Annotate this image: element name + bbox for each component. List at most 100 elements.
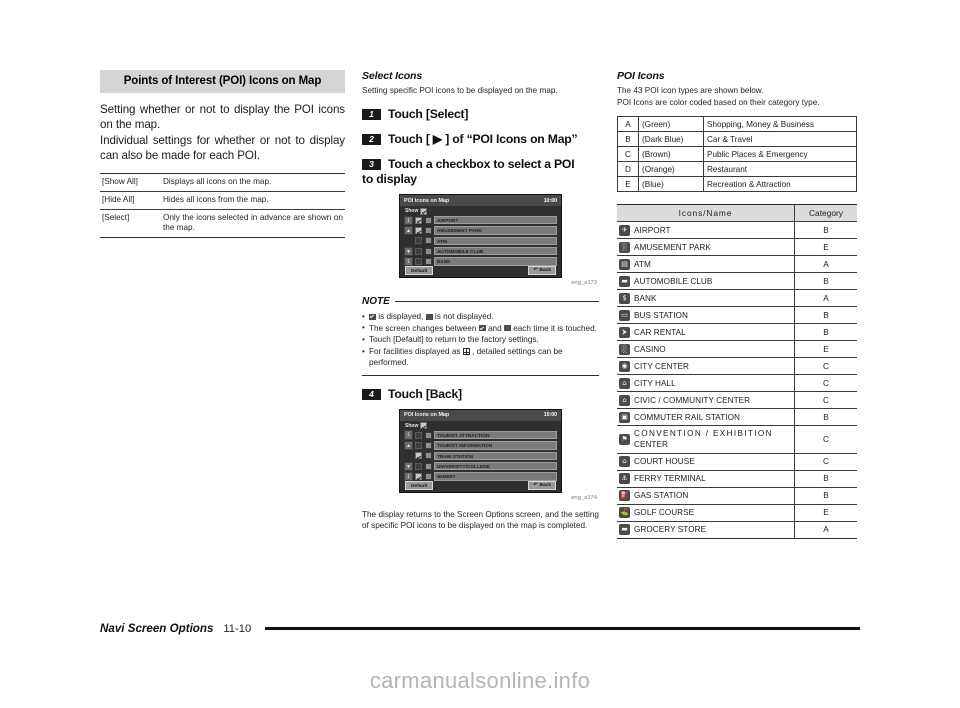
back-button[interactable]: ↶ Back bbox=[528, 480, 556, 490]
poi-checkbox[interactable] bbox=[415, 473, 422, 480]
table-row: A (Green) Shopping, Money & Business bbox=[617, 116, 857, 132]
poi-icon-name-cell: ▭ BUS STATION bbox=[617, 306, 795, 324]
list-item[interactable]: AMUSEMENT PARK bbox=[415, 226, 557, 235]
poi-name: BUS STATION bbox=[634, 310, 688, 320]
grocery-store-icon: ▬ bbox=[619, 524, 630, 535]
poi-row-label: WINERY bbox=[434, 472, 557, 481]
civic-community-center-icon: ⌂ bbox=[619, 394, 630, 406]
poi-category: C bbox=[794, 357, 857, 375]
step-text: Touch [Select] bbox=[388, 107, 469, 121]
scroll-down-button[interactable]: ▼ bbox=[404, 461, 413, 471]
list-item[interactable]: UNIVERSITY/COLLEGE bbox=[415, 461, 557, 471]
closing-paragraph: The display returns to the Screen Option… bbox=[362, 509, 599, 531]
step-4: 4 Touch [Back] bbox=[362, 387, 599, 401]
scroll-top-button[interactable]: ↥ bbox=[404, 430, 413, 440]
poi-category: A bbox=[794, 521, 857, 539]
category-desc: Public Places & Emergency bbox=[703, 146, 857, 162]
table-row: D (Orange) Restaurant bbox=[617, 161, 857, 177]
poi-name: BANK bbox=[634, 293, 657, 303]
poi-row-label: TOURIST INFORMATION bbox=[434, 441, 557, 450]
poi-icon-name-cell: ✈ AIRPORT bbox=[617, 221, 795, 239]
right-column: POI Icons The 43 POI icon types are show… bbox=[617, 70, 857, 539]
default-button[interactable]: Default bbox=[405, 266, 434, 275]
poi-row-icon bbox=[424, 216, 432, 224]
poi-icon-name-cell: ▤ ATM bbox=[617, 255, 795, 273]
note-title: NOTE bbox=[362, 296, 390, 307]
poi-row-label: AUTOMOBILE CLUB bbox=[434, 247, 557, 256]
list-item[interactable]: AUTOMOBILE CLUB bbox=[415, 247, 557, 256]
list-item[interactable]: TRAIN STATION bbox=[415, 451, 557, 460]
scroll-bottom-button[interactable]: ↧ bbox=[404, 257, 413, 267]
poi-category: E bbox=[794, 238, 857, 256]
note-item-2: The screen changes between and each time… bbox=[362, 322, 599, 334]
nav-footer-bar: Default ↶ Back bbox=[400, 480, 561, 490]
list-item[interactable]: BANK bbox=[415, 257, 557, 266]
note-item-1-post: is not displayed. bbox=[432, 312, 494, 321]
poi-category: B bbox=[794, 272, 857, 290]
table-header-row: Icons/Name Category bbox=[617, 204, 857, 222]
show-all-row[interactable]: Show bbox=[400, 421, 561, 431]
column-header-icons-name: Icons/Name bbox=[617, 204, 795, 222]
gas-station-icon: ⛽ bbox=[619, 490, 630, 501]
poi-checkbox[interactable] bbox=[415, 237, 422, 245]
poi-checkbox[interactable] bbox=[415, 441, 422, 449]
list-item[interactable]: AIRPORT bbox=[415, 215, 557, 225]
poi-checkbox[interactable] bbox=[415, 431, 422, 439]
note-item-1-mid: is displayed, bbox=[376, 312, 426, 321]
list-item[interactable]: TOURIST INFORMATION bbox=[415, 441, 557, 450]
scroll-up-button[interactable]: ▲ bbox=[404, 440, 413, 450]
poi-name: AMUSEMENT PARK bbox=[634, 242, 711, 252]
nav-screen-title: POI Icons on Map bbox=[404, 197, 450, 204]
poi-checkbox[interactable] bbox=[415, 226, 422, 234]
scroll-up-button[interactable]: ▲ bbox=[404, 225, 413, 236]
poi-row-label: ATM bbox=[434, 236, 557, 246]
show-all-checkbox[interactable] bbox=[420, 207, 428, 215]
table-row: ▭ BUS STATION B bbox=[617, 306, 857, 324]
navigation-screen-2[interactable]: POI Icons on Map 10:00 Show ↥ ▲ ▼ ↧ TOUR… bbox=[399, 408, 562, 493]
list-item[interactable]: ATM bbox=[415, 236, 557, 246]
navigation-screen-1[interactable]: POI Icons on Map 10:00 Show ↥ ▲ ▼ ↧ AIRP… bbox=[399, 194, 562, 278]
poi-checkbox[interactable] bbox=[415, 247, 422, 255]
category-desc: Recreation & Attraction bbox=[703, 176, 857, 192]
left-column: Points of Interest (POI) Icons on Map Se… bbox=[100, 70, 345, 239]
step-text: Touch [Back] bbox=[388, 386, 462, 401]
car-rental-icon: ⮞ bbox=[619, 326, 630, 338]
table-row: [Hide All] Hides all icons from the map. bbox=[100, 191, 345, 209]
list-item[interactable]: WINERY bbox=[415, 472, 557, 481]
table-row: B (Dark Blue) Car & Travel bbox=[617, 131, 857, 147]
note-item-4: For facilities displayed as , detailed s… bbox=[362, 346, 599, 368]
default-button[interactable]: Default bbox=[405, 480, 434, 490]
option-desc: Hides all icons from the map. bbox=[163, 194, 269, 204]
scroll-buttons[interactable]: ↥ ▲ ▼ ↧ bbox=[404, 430, 413, 482]
poi-icons-heading: POI Icons bbox=[617, 70, 665, 82]
list-item[interactable]: TOURIST ATTRACTION bbox=[415, 430, 557, 440]
scroll-down-button[interactable]: ▼ bbox=[404, 246, 413, 256]
poi-checkbox[interactable] bbox=[415, 216, 422, 224]
nav-title-bar: POI Icons on Map 10:00 bbox=[400, 409, 561, 421]
step-number-badge: 3 bbox=[362, 159, 381, 170]
scroll-buttons[interactable]: ↥ ▲ ▼ ↧ bbox=[404, 215, 413, 267]
table-row: ▬ AUTOMOBILE CLUB B bbox=[617, 272, 857, 290]
poi-checkbox[interactable] bbox=[415, 452, 422, 460]
scroll-bottom-button[interactable]: ↧ bbox=[404, 471, 413, 482]
show-all-checkbox[interactable] bbox=[420, 422, 428, 430]
table-row: ⌂ COURT HOUSE C bbox=[617, 453, 857, 471]
poi-icon-name-cell: ⚑ CONVENTION / EXHIBITION CENTER bbox=[617, 425, 795, 454]
poi-icons-table: Icons/Name Category ✈ AIRPORT B ░ AMUSEMENT … bbox=[617, 204, 857, 539]
poi-category: E bbox=[794, 504, 857, 522]
table-row: C (Brown) Public Places & Emergency bbox=[617, 146, 857, 162]
poi-checkbox[interactable] bbox=[415, 462, 422, 470]
scroll-spacer bbox=[404, 236, 413, 245]
nav-screen-title: POI Icons on Map bbox=[404, 412, 450, 419]
poi-icon-name-cell: ▣ COMMUTER RAIL STATION bbox=[617, 408, 795, 426]
poi-screen-figure-2: POI Icons on Map 10:00 Show ↥ ▲ ▼ ↧ TOUR… bbox=[362, 408, 599, 501]
category-desc: Restaurant bbox=[703, 161, 857, 177]
category-letter: E bbox=[617, 176, 639, 192]
poi-name: AUTOMOBILE CLUB bbox=[634, 276, 713, 286]
scroll-top-button[interactable]: ↥ bbox=[404, 215, 413, 225]
back-button[interactable]: ↶ Back bbox=[528, 266, 556, 275]
show-all-row[interactable]: Show bbox=[400, 206, 561, 216]
poi-icon-name-cell: $ BANK bbox=[617, 289, 795, 307]
poi-checkbox[interactable] bbox=[415, 258, 422, 266]
note-item-2-mid: and bbox=[485, 323, 504, 333]
